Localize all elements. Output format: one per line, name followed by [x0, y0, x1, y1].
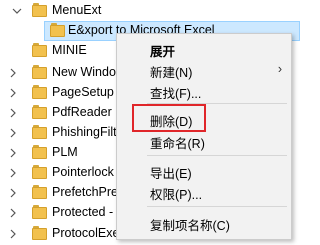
menu-item-label: 新建(N) — [150, 66, 193, 80]
tree-item-label: PdfReader — [52, 105, 112, 119]
menu-item-new[interactable]: 新建(N) › — [118, 59, 290, 80]
menu-item-label: 复制项名称(C) — [150, 219, 230, 233]
menu-item-export[interactable]: 导出(E) — [118, 160, 290, 181]
menu-item-label: 重命名(R) — [150, 137, 205, 151]
context-menu: 展开 新建(N) › 查找(F)... 删除(D) 重命名(R) 导出(E) 权… — [116, 33, 292, 240]
menu-item-rename[interactable]: 重命名(R) — [118, 130, 290, 151]
folder-icon — [50, 23, 65, 38]
chevron-right-icon: › — [277, 62, 282, 76]
menu-separator — [147, 206, 287, 207]
chevron-right-icon[interactable] — [8, 167, 18, 179]
menu-item-expand[interactable]: 展开 — [118, 38, 290, 59]
menu-item-label: 查找(F)... — [150, 87, 202, 101]
folder-icon — [32, 43, 47, 58]
chevron-right-icon[interactable] — [8, 187, 18, 199]
tree-item-label: New Windo — [52, 65, 116, 79]
menu-item-label: 展开 — [150, 45, 176, 59]
folder-icon — [32, 226, 47, 241]
folder-icon — [32, 185, 47, 200]
chevron-down-icon[interactable] — [12, 5, 22, 17]
folder-icon — [32, 205, 47, 220]
tree-item-menuext[interactable]: MenuExt — [0, 1, 300, 21]
menu-item-find[interactable]: 查找(F)... — [118, 80, 290, 101]
tree-item-label: MenuExt — [52, 3, 102, 17]
folder-icon — [32, 125, 47, 140]
tree-item-label: PLM — [52, 145, 78, 159]
folder-icon — [32, 65, 47, 80]
folder-icon — [32, 145, 47, 160]
menu-item-label: 权限(P)... — [150, 188, 203, 202]
chevron-right-icon[interactable] — [8, 67, 18, 79]
annotation-highlight-box — [132, 104, 206, 132]
tree-item-label: MINIE — [52, 43, 87, 57]
menu-item-copy-key-name[interactable]: 复制项名称(C) — [118, 212, 290, 233]
menu-item-permissions[interactable]: 权限(P)... — [118, 181, 290, 202]
folder-icon — [32, 105, 47, 120]
chevron-right-icon[interactable] — [8, 127, 18, 139]
tree-item-label: PhishingFilt — [52, 125, 117, 139]
tree-item-label: PageSetup — [52, 85, 114, 99]
chevron-right-icon[interactable] — [8, 107, 18, 119]
folder-icon — [32, 85, 47, 100]
chevron-right-icon[interactable] — [8, 207, 18, 219]
chevron-right-icon[interactable] — [8, 87, 18, 99]
folder-icon — [32, 165, 47, 180]
tree-item-label: PrefetchPre — [52, 185, 119, 199]
menu-item-label: 导出(E) — [150, 167, 192, 181]
chevron-right-icon[interactable] — [8, 147, 18, 159]
chevron-right-icon[interactable] — [8, 228, 18, 240]
folder-icon — [32, 3, 47, 18]
tree-item-label: Pointerlock — [52, 165, 114, 179]
menu-separator — [147, 155, 287, 156]
tree-item-label: Protected - — [52, 205, 114, 219]
